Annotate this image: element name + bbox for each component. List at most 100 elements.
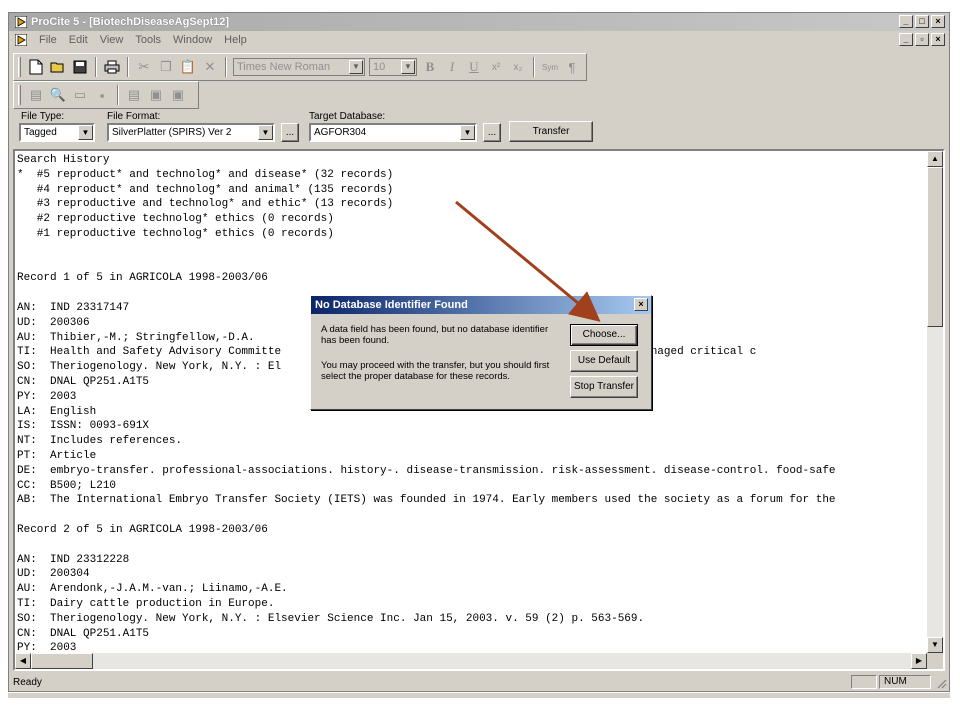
chevron-down-icon[interactable]: ▼ <box>460 125 475 140</box>
formatting-toolbar: ✂ ❐ 📋 ✕ Times New Roman ▼ 10 ▼ B I U x² … <box>13 53 587 81</box>
font-name-value: Times New Roman <box>237 61 331 73</box>
file-type-select[interactable]: Tagged ▼ <box>19 123 95 142</box>
window-title: ProCite 5 - [BiotechDiseaseAgSept12] <box>31 16 230 28</box>
doc-restore-button[interactable]: ▫ <box>915 33 929 46</box>
record-line: #4 reproduct* and technolog* and animal*… <box>17 183 394 196</box>
use-default-button[interactable]: Use Default <box>570 350 638 372</box>
record-line: NT: Includes references. <box>17 435 183 448</box>
file-format-browse-button[interactable]: ... <box>281 123 299 142</box>
stop-transfer-button[interactable]: Stop Transfer <box>570 376 638 398</box>
record-line: CC: B500; L210 <box>17 479 117 492</box>
subscript-button[interactable]: x₂ <box>509 58 527 76</box>
record-line: PT: Article <box>17 449 97 462</box>
cut-icon[interactable]: ✂ <box>135 58 153 76</box>
symbol-button[interactable]: Sym <box>541 58 559 76</box>
scroll-down-button[interactable]: ▼ <box>927 637 943 653</box>
record-line: DE: embryo-transfer. professional-associ… <box>17 464 836 477</box>
scroll-right-button[interactable]: ▶ <box>911 653 927 669</box>
vertical-scrollbar[interactable]: ▲ ▼ <box>927 151 943 653</box>
scroll-thumb[interactable] <box>927 167 943 327</box>
no-database-identifier-dialog: No Database Identifier Found × A data fi… <box>310 295 652 410</box>
toolbar-grip[interactable] <box>18 85 21 105</box>
import-settings: File Type: File Format: Target Database:… <box>9 111 949 151</box>
record-line: #2 reproductive technolog* ethics (0 rec… <box>17 213 334 226</box>
maximize-button[interactable]: □ <box>915 15 929 28</box>
menu-edit[interactable]: Edit <box>63 34 94 46</box>
chevron-down-icon[interactable]: ▼ <box>349 60 363 74</box>
print-icon[interactable] <box>103 58 121 76</box>
paste-icon[interactable]: 📋 <box>179 58 197 76</box>
record-icon[interactable]: ▤ <box>27 86 45 104</box>
records-viewer[interactable]: Search History * #5 reproduct* and techno… <box>13 149 945 671</box>
menu-help[interactable]: Help <box>218 34 253 46</box>
save-icon[interactable] <box>71 58 89 76</box>
scroll-up-button[interactable]: ▲ <box>927 151 943 167</box>
record-line: UD: 200304 <box>17 568 90 581</box>
font-name-select[interactable]: Times New Roman ▼ <box>233 58 365 76</box>
superscript-button[interactable]: x² <box>487 58 505 76</box>
print-record-icon[interactable]: ▭ <box>71 86 89 104</box>
database-icon[interactable]: ▣ <box>147 86 165 104</box>
minimize-button[interactable]: _ <box>899 15 913 28</box>
taskbar <box>8 692 950 698</box>
horizontal-scrollbar[interactable]: ◀ ▶ <box>15 653 927 669</box>
new-icon[interactable] <box>27 58 45 76</box>
chevron-down-icon[interactable]: ▼ <box>258 125 273 140</box>
record-line: AU: Arendonk,-J.A.M.-van.; Liinamo,-A.E. <box>17 583 288 596</box>
resize-grip-icon[interactable] <box>935 677 947 689</box>
open-folder-icon[interactable] <box>49 58 67 76</box>
record-line: PY: 2003 <box>17 642 77 653</box>
bold-button[interactable]: B <box>421 58 439 76</box>
delete-icon[interactable]: ✕ <box>201 58 219 76</box>
record-line <box>17 508 927 523</box>
paragraph-button[interactable]: ¶ <box>563 58 581 76</box>
toolbar-separator <box>95 57 97 77</box>
scroll-left-button[interactable]: ◀ <box>15 653 31 669</box>
italic-button[interactable]: I <box>443 58 461 76</box>
app-window: ProCite 5 - [BiotechDiseaseAgSept12] _ □… <box>8 12 950 692</box>
status-bar: Ready NUM <box>9 673 949 691</box>
toolbar-separator <box>533 57 535 77</box>
file-format-select[interactable]: SilverPlatter (SPIRS) Ver 2 ▼ <box>107 123 275 142</box>
chevron-down-icon[interactable]: ▼ <box>78 125 93 140</box>
menu-window[interactable]: Window <box>167 34 218 46</box>
database-alt-icon[interactable]: ▣ <box>169 86 187 104</box>
chevron-down-icon[interactable]: ▼ <box>401 60 415 74</box>
copy-icon[interactable]: ❐ <box>157 58 175 76</box>
font-size-select[interactable]: 10 ▼ <box>369 58 417 76</box>
preview-icon[interactable]: 🔍 <box>49 86 67 104</box>
record-line: #1 reproductive technolog* ethics (0 rec… <box>17 227 334 240</box>
menu-tools[interactable]: Tools <box>129 34 167 46</box>
menu-file[interactable]: File <box>33 34 63 46</box>
record-line <box>17 538 927 553</box>
document-icon[interactable] <box>15 34 27 46</box>
file-format-label: File Format: <box>107 111 161 122</box>
toolbar-grip[interactable] <box>18 57 21 77</box>
file-format-value: SilverPlatter (SPIRS) Ver 2 <box>112 127 232 138</box>
doc-minimize-button[interactable]: _ <box>899 33 913 46</box>
record-line: TI: Dairy cattle production in Europe. <box>17 597 275 610</box>
hscroll-thumb[interactable] <box>31 653 93 669</box>
record-line: SO: Theriogenology. New York, N.Y. : Els… <box>17 612 645 625</box>
record-line <box>17 242 927 257</box>
file-type-label: File Type: <box>21 111 65 122</box>
file-type-value: Tagged <box>24 127 57 138</box>
num-lock-indicator: NUM <box>879 675 931 689</box>
transfer-button[interactable]: Transfer <box>509 121 593 142</box>
dialog-close-button[interactable]: × <box>634 298 648 311</box>
record-line: CN: DNAL QP251.A1T5 <box>17 627 150 640</box>
doc-close-button[interactable]: × <box>931 33 945 46</box>
dialog-message-2: You may proceed with the transfer, but y… <box>321 360 550 382</box>
target-database-browse-button[interactable]: ... <box>483 123 501 142</box>
record-toolbar: ▤ 🔍 ▭ ▪ ▤ ▣ ▣ <box>13 81 199 109</box>
dialog-message-1: A data field has been found, but no data… <box>321 324 549 346</box>
close-button[interactable]: × <box>931 15 945 28</box>
target-database-select[interactable]: AGFOR304 ▼ <box>309 123 477 142</box>
toolbar-separator <box>127 57 129 77</box>
record-line: AN: IND 23312228 <box>17 553 130 566</box>
form-icon[interactable]: ▤ <box>125 86 143 104</box>
underline-button[interactable]: U <box>465 58 483 76</box>
choose-button[interactable]: Choose... <box>570 324 638 346</box>
menu-view[interactable]: View <box>94 34 130 46</box>
save-record-icon[interactable]: ▪ <box>93 86 111 104</box>
